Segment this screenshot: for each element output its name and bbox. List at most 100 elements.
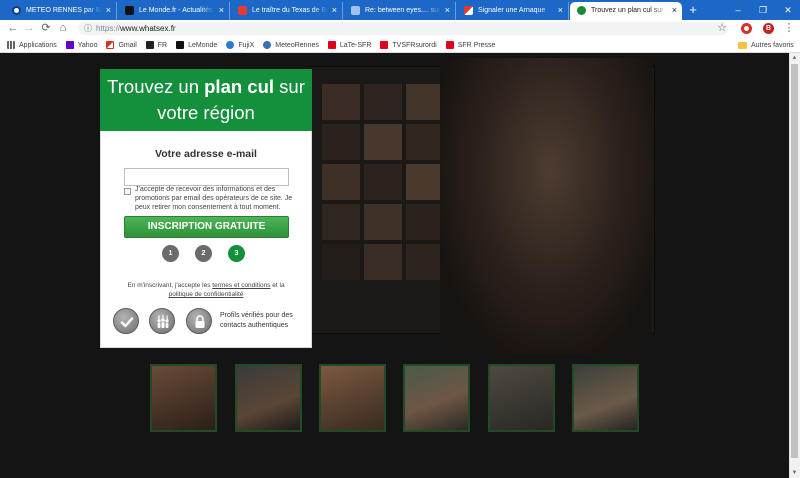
collage-photo [364,84,402,120]
collage-photo [364,244,402,280]
tab-title: Le Monde.fr - Actualités et I [139,7,215,14]
profile-thumbnail[interactable] [319,364,386,432]
tab-report[interactable]: Signaler une Arnaque × [457,2,569,20]
tab-close-icon[interactable]: × [672,5,677,16]
bookmark-yahoo[interactable]: Yahoo [65,41,97,49]
url-text[interactable]: https://www.whatsex.fr [96,22,176,35]
mail-favicon [351,6,360,15]
collage-photo [364,164,402,200]
minimize-button[interactable]: – [726,0,750,20]
bookmark-fr[interactable]: FR [145,41,168,49]
email-label: Votre adresse e-mail [155,148,257,160]
terms-text: En m'inscrivant, j'accepte les [127,282,213,289]
meteo-icon [263,41,272,49]
tab-close-icon[interactable]: × [445,5,450,16]
collage-photo [406,84,444,120]
close-window-button[interactable]: ✕ [776,0,800,20]
tab-mail[interactable]: Re: between eyes.... surprise × [344,2,456,20]
bookmark-label: FR [157,41,168,49]
bookmark-fujix[interactable]: FujiX [226,41,254,49]
star-icon[interactable] [715,20,729,37]
tab-title: Signaler une Arnaque [478,7,546,14]
collage-photo [322,244,360,280]
title-text: Trouvez un [107,76,205,97]
step-indicator-2: 2 [195,245,212,262]
tab-texas[interactable]: Le traître du Texas de Bush × [231,2,343,20]
profile-thumbnail[interactable] [572,364,639,432]
bookmark-meteorennes[interactable]: MeteoRennes [263,41,319,49]
profile-thumbnail[interactable] [488,364,555,432]
scroll-up-icon[interactable] [789,53,800,63]
back-icon[interactable] [6,20,20,37]
bookmarks-list: Applications Yahoo Gmail FR LeMonde Fuji… [7,37,495,53]
collage-photo [364,124,402,160]
tab-title: Trouvez un plan cul sur votre [591,7,667,14]
tab-close-icon[interactable]: × [219,5,224,16]
other-bookmarks[interactable]: Autres favoris [738,37,794,53]
new-tab-button[interactable]: + [686,2,700,18]
tab-title: Re: between eyes.... surprise [365,7,441,14]
profile-thumbnail[interactable] [235,364,302,432]
lock-badge-icon [186,308,212,334]
scroll-down-icon[interactable] [789,468,800,478]
scrollbar-thumb[interactable] [791,64,798,458]
url-host: www.whatsex.fr [120,24,176,33]
bookmark-applications[interactable]: Applications [7,41,57,49]
title-text: sur [274,76,305,97]
bookmark-lemonde[interactable]: LeMonde [176,41,217,49]
menu-icon[interactable] [782,20,796,37]
tab-lemonde[interactable]: Le Monde.fr - Actualités et I × [118,2,230,20]
report-favicon [464,6,473,15]
maximize-button[interactable]: ❐ [751,0,775,20]
bookmark-label: SFR Presse [457,41,496,49]
bookmark-label: MeteoRennes [275,41,319,49]
sfr-presse-icon [445,41,454,49]
terms-notice: En m'inscrivant, j'accepte les termes et… [118,281,294,299]
profile-thumbnail[interactable] [150,364,217,432]
collage-photo [322,84,360,120]
email-input[interactable] [124,168,289,186]
terms-link[interactable]: termes et conditions [212,282,270,289]
gmail-icon [106,41,115,49]
sfr-icon [327,41,336,49]
trust-text: Profils vérifiés pour des contacts authe… [220,312,293,329]
check-badge-icon [113,308,139,334]
home-icon[interactable] [56,20,70,37]
community-badge-icon [149,308,175,334]
signup-title-line2: votre région [157,102,255,123]
sfr-tv-icon [380,41,389,49]
step-indicator-1: 1 [162,245,179,262]
title-emphasis: plan cul [204,76,275,97]
tab-active-site[interactable]: Trouvez un plan cul sur votre × [570,2,682,20]
bookmark-label: LaTe-SFR [339,41,372,49]
signup-submit-button[interactable]: INSCRIPTION GRATUITE [124,216,289,238]
reload-icon[interactable] [39,20,53,37]
profile-avatar[interactable]: B [763,23,774,34]
profile-thumbnail[interactable] [403,364,470,432]
bookmark-sfr-presse[interactable]: SFR Presse [445,41,496,49]
bookmark-label: Gmail [118,41,137,49]
yahoo-icon [65,41,74,49]
extension-icon[interactable] [741,23,752,34]
collage-photo [406,244,444,280]
bookmark-label: LeMonde [188,41,218,49]
tab-title: METEO RENNES par Météo- [26,7,102,14]
tab-meteo[interactable]: METEO RENNES par Météo- × [5,2,117,20]
collage-photo [322,124,360,160]
tab-close-icon[interactable]: × [106,5,111,16]
tab-close-icon[interactable]: × [332,5,337,16]
collage-photo [322,204,360,240]
fr-icon [145,41,154,49]
bookmark-tvsfr[interactable]: TVSFRsurordi [380,41,437,49]
bookmark-late-sfr[interactable]: LaTe-SFR [327,41,372,49]
other-bookmarks-label: Autres favoris [751,41,794,49]
bookmark-gmail[interactable]: Gmail [106,41,137,49]
info-icon[interactable] [84,22,94,35]
fujix-icon [226,41,235,49]
tab-close-icon[interactable]: × [558,5,563,16]
privacy-link[interactable]: politique de confidentialité [169,291,244,298]
forward-icon[interactable] [22,20,36,37]
consent-checkbox[interactable] [124,188,131,195]
collage-photo [364,204,402,240]
signup-title: Trouvez un plan cul sur votre région [100,69,312,131]
